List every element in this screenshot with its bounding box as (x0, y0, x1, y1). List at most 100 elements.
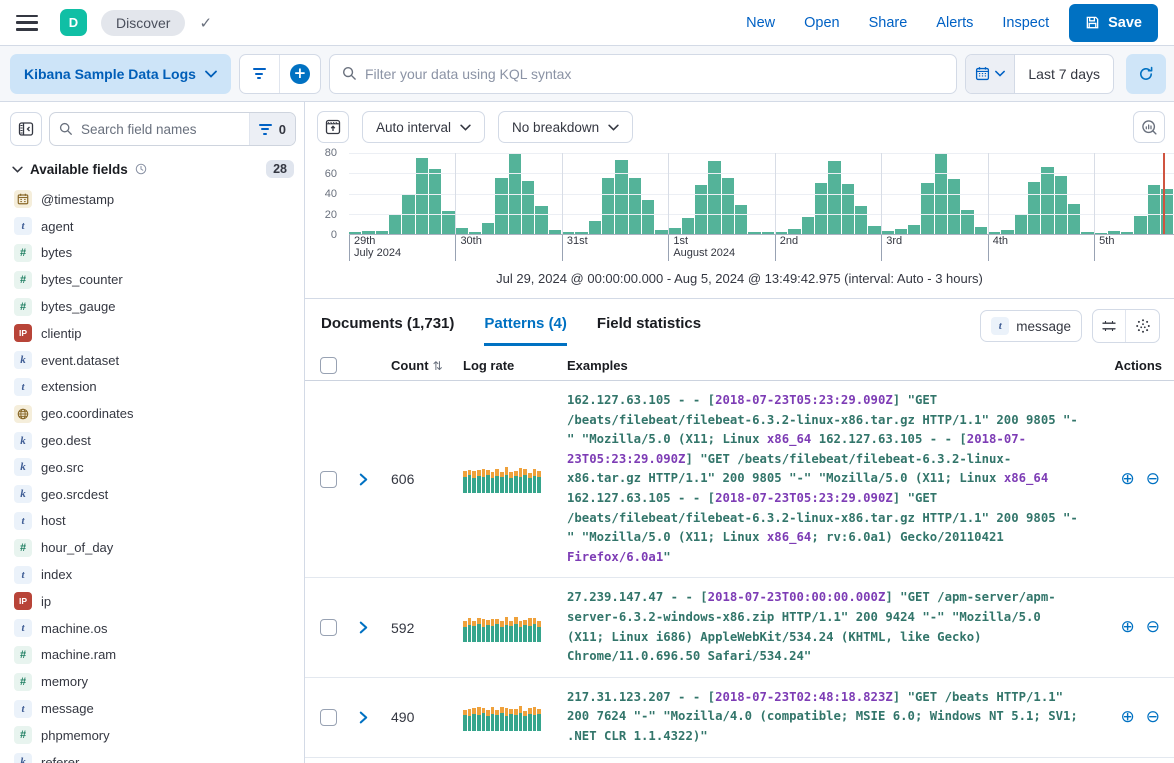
filter-for-pattern-button[interactable]: ⊕ (1121, 471, 1135, 488)
tab-documents[interactable]: Documents (1,731) (321, 315, 454, 346)
field-item-machine.os[interactable]: tmachine.os (10, 615, 296, 642)
histogram-bar[interactable] (376, 231, 388, 234)
histogram-bar[interactable] (682, 218, 694, 234)
field-item-phpmemory[interactable]: #phpmemory (10, 722, 296, 749)
filter-list-button[interactable] (240, 55, 280, 93)
field-item-extension[interactable]: textension (10, 374, 296, 401)
histogram-bar[interactable] (642, 200, 654, 234)
nav-link-inspect[interactable]: Inspect (1002, 15, 1049, 31)
histogram-bar[interactable] (748, 232, 760, 234)
histogram-bar[interactable] (788, 229, 800, 234)
field-item-clientip[interactable]: IPclientip (10, 320, 296, 347)
collapse-sidebar-button[interactable] (10, 112, 42, 146)
histogram-bar[interactable] (895, 229, 907, 234)
histogram-bar[interactable] (908, 225, 920, 234)
histogram-bar[interactable] (535, 206, 547, 234)
field-filter-button[interactable]: 0 (249, 113, 295, 145)
histogram-bar[interactable] (416, 158, 428, 234)
time-range-button[interactable]: Last 7 days (1015, 55, 1113, 93)
expand-row-button[interactable] (357, 621, 391, 634)
histogram-bar[interactable] (549, 230, 561, 234)
row-checkbox[interactable] (320, 709, 337, 726)
histogram-bar[interactable] (589, 221, 601, 234)
field-item-referer[interactable]: kreferer (10, 749, 296, 763)
histogram-bar[interactable] (615, 160, 627, 234)
field-item-geo.coordinates[interactable]: geo.coordinates (10, 400, 296, 427)
histogram-bar[interactable] (855, 206, 867, 234)
field-search[interactable]: 0 (49, 112, 296, 146)
histogram-bar[interactable] (562, 232, 574, 234)
histogram-bar[interactable] (655, 230, 667, 234)
field-item-geo.dest[interactable]: kgeo.dest (10, 427, 296, 454)
histogram-bar[interactable] (1121, 232, 1133, 234)
interval-select[interactable]: Auto interval (362, 111, 485, 143)
field-item-agent[interactable]: tagent (10, 213, 296, 240)
kql-search-bar[interactable] (329, 54, 957, 94)
field-item-machine.ram[interactable]: #machine.ram (10, 642, 296, 669)
select-all-checkbox[interactable] (320, 357, 337, 374)
expand-row-button[interactable] (357, 473, 391, 486)
histogram-bar[interactable] (828, 161, 840, 234)
histogram-bar[interactable] (708, 161, 720, 234)
histogram-bar[interactable] (1081, 232, 1093, 234)
histogram-bar[interactable] (1134, 216, 1146, 234)
histogram-bar[interactable] (722, 178, 734, 234)
available-fields-header[interactable]: Available fields 28 (12, 160, 294, 178)
histogram-bar[interactable] (1095, 233, 1107, 234)
histogram-bar[interactable] (988, 232, 1000, 234)
row-height-button[interactable] (1093, 310, 1126, 342)
histogram-bar[interactable] (389, 215, 401, 234)
expand-row-button[interactable] (357, 711, 391, 724)
refresh-button[interactable] (1126, 54, 1166, 94)
field-item-bytes[interactable]: #bytes (10, 240, 296, 267)
histogram-bar[interactable] (775, 232, 787, 234)
histogram-bar[interactable] (735, 205, 747, 234)
save-button[interactable]: Save (1069, 4, 1158, 42)
histogram-bar[interactable] (1001, 230, 1013, 234)
histogram-bar[interactable] (495, 178, 507, 234)
tab-field[interactable]: Field statistics (597, 315, 701, 346)
histogram-bar[interactable] (868, 226, 880, 234)
row-checkbox[interactable] (320, 471, 337, 488)
field-search-input[interactable] (73, 122, 249, 137)
nav-link-new[interactable]: New (746, 15, 775, 31)
tab-patterns[interactable]: Patterns (4) (484, 315, 567, 346)
field-item-bytes_gauge[interactable]: #bytes_gauge (10, 293, 296, 320)
nav-link-alerts[interactable]: Alerts (936, 15, 973, 31)
histogram-bar[interactable] (815, 183, 827, 234)
row-checkbox[interactable] (320, 619, 337, 636)
field-item-host[interactable]: thost (10, 508, 296, 535)
histogram-bar[interactable] (469, 232, 481, 234)
histogram-bar[interactable] (456, 228, 468, 234)
nav-link-open[interactable]: Open (804, 15, 839, 31)
histogram-bar[interactable] (948, 179, 960, 234)
filter-out-pattern-button[interactable]: ⊖ (1146, 471, 1160, 488)
histogram-bar[interactable] (669, 228, 681, 234)
breakdown-select[interactable]: No breakdown (498, 111, 633, 143)
pattern-field-selector[interactable]: t message (980, 310, 1082, 342)
histogram-bar[interactable] (921, 183, 933, 234)
field-item-bytes_counter[interactable]: #bytes_counter (10, 266, 296, 293)
field-item-ip[interactable]: IPip (10, 588, 296, 615)
menu-icon[interactable] (16, 15, 38, 31)
histogram-bar[interactable] (362, 231, 374, 234)
histogram-bar[interactable] (1041, 167, 1053, 234)
histogram-bar[interactable] (1028, 182, 1040, 234)
histogram-bar[interactable] (842, 184, 854, 234)
edit-visualization-button[interactable] (1133, 111, 1165, 143)
histogram-bar[interactable] (1108, 231, 1120, 234)
data-view-picker[interactable]: Kibana Sample Data Logs (10, 54, 231, 94)
date-picker-menu-button[interactable] (966, 55, 1015, 93)
histogram-bar[interactable] (429, 169, 441, 234)
field-item-@timestamp[interactable]: @timestamp (10, 186, 296, 213)
histogram-bar[interactable] (1055, 176, 1067, 234)
histogram-bar[interactable] (1015, 215, 1027, 234)
histogram-bar[interactable] (882, 231, 894, 234)
histogram-bar[interactable] (629, 178, 641, 234)
histogram-bar[interactable] (349, 232, 361, 234)
histogram-bar[interactable] (1068, 204, 1080, 234)
filter-out-pattern-button[interactable]: ⊖ (1146, 709, 1160, 726)
histogram-bar[interactable] (802, 217, 814, 234)
filter-out-pattern-button[interactable]: ⊖ (1146, 619, 1160, 636)
add-filter-button[interactable]: + (280, 55, 320, 93)
